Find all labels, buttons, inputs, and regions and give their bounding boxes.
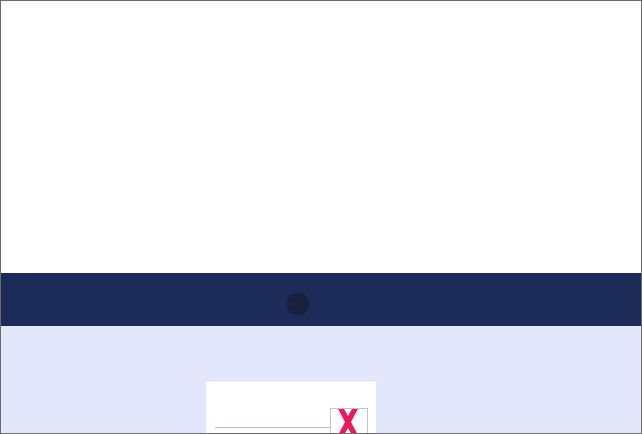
content-area xyxy=(1,1,641,273)
dialog-card xyxy=(206,381,376,433)
circle-dot-icon[interactable] xyxy=(287,293,309,315)
app-window xyxy=(0,0,642,434)
input-underline xyxy=(215,427,331,428)
close-button[interactable] xyxy=(330,408,368,433)
close-icon xyxy=(338,409,358,433)
navigation-bar xyxy=(1,273,641,326)
lower-panel xyxy=(1,326,641,433)
